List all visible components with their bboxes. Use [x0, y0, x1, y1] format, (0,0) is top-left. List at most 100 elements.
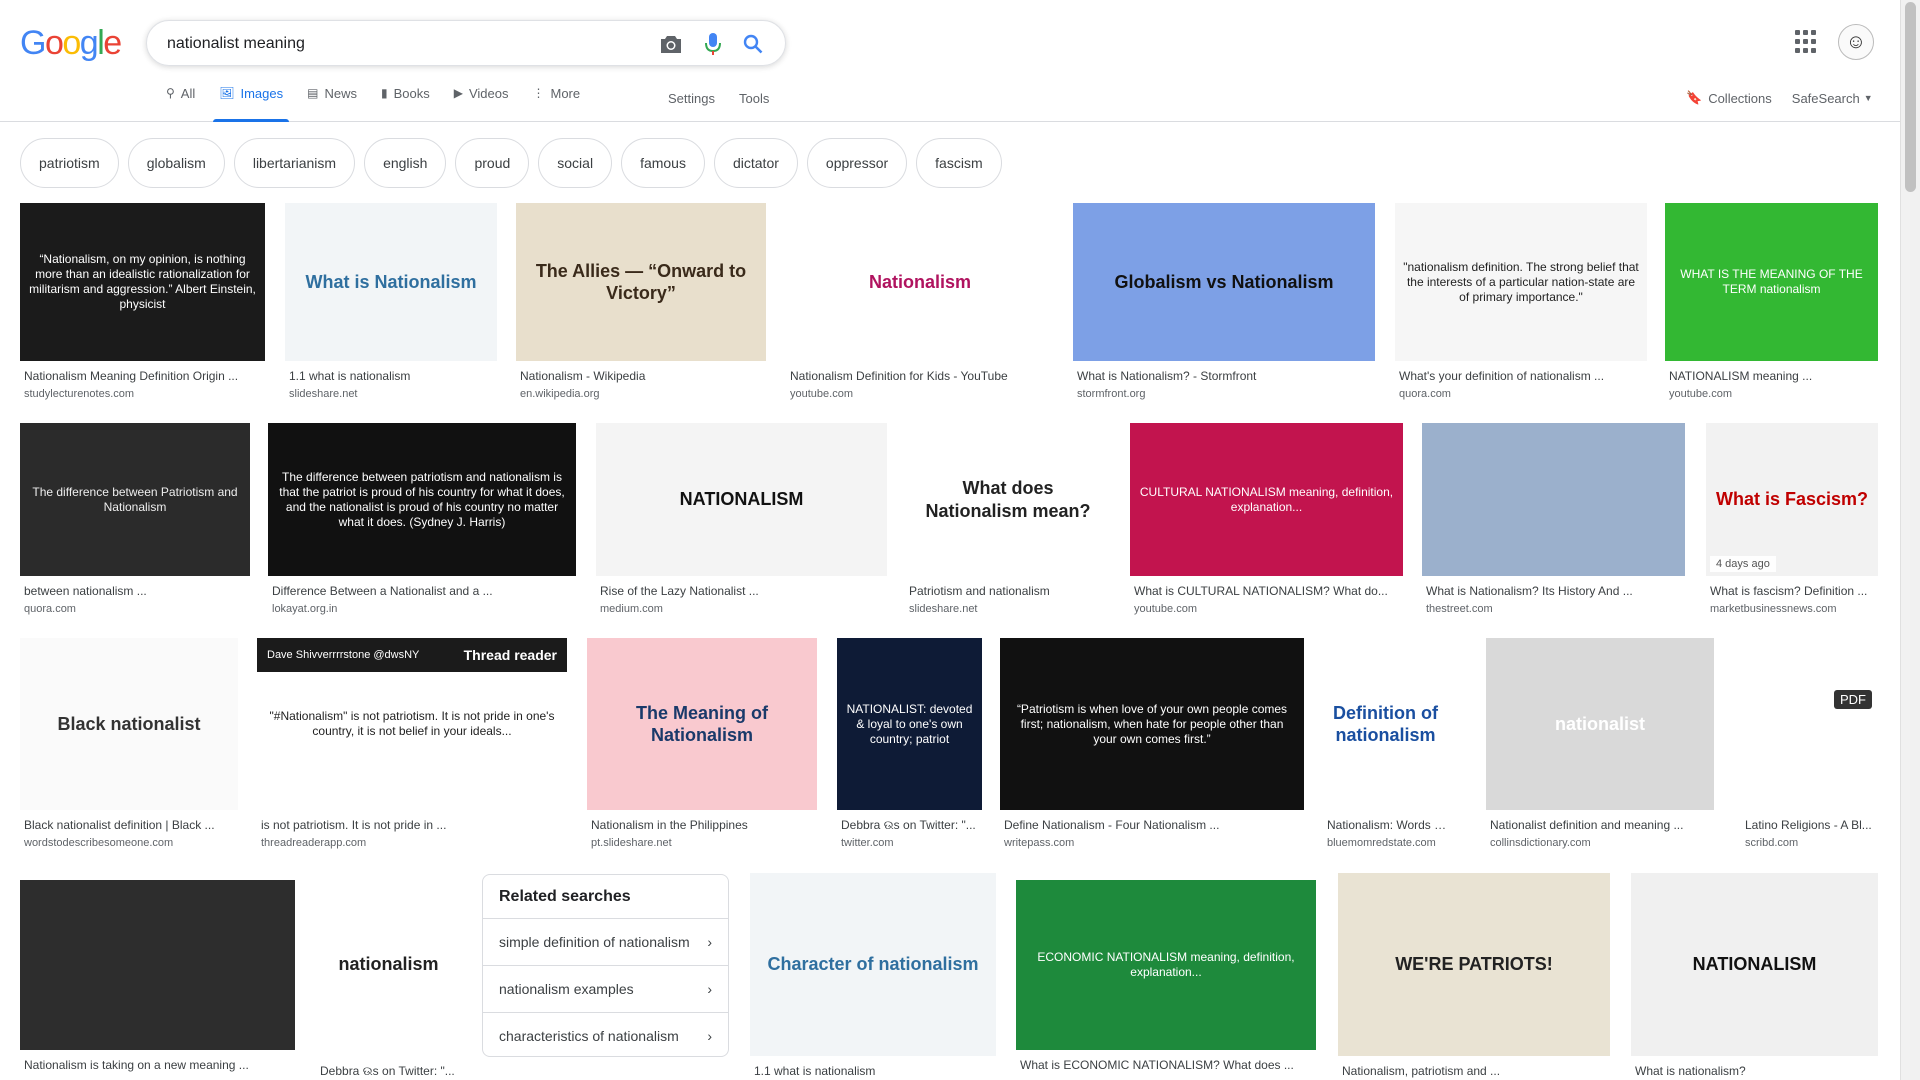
- result-title[interactable]: is not patriotism. It is not pride in ..…: [261, 818, 567, 832]
- image-result[interactable]: “Patriotism is when love of your own peo…: [1000, 638, 1304, 860]
- chip-globalism[interactable]: globalism: [127, 138, 225, 188]
- result-title[interactable]: Nationalism: Words M...: [1327, 818, 1448, 832]
- settings-link[interactable]: Settings: [668, 91, 715, 106]
- result-title[interactable]: Nationalism - Wikipedia: [520, 369, 766, 383]
- image-result[interactable]: WE'RE PATRIOTS! Nationalism, patriotism a…: [1338, 873, 1610, 1080]
- image-result[interactable]: nationalist Nationalist definition and me…: [1486, 638, 1714, 860]
- image-result[interactable]: Dave Shivverrrrstone @dwsNY Thread reader…: [257, 638, 567, 860]
- result-title[interactable]: NATIONALISM meaning ...: [1669, 369, 1878, 383]
- result-title[interactable]: Nationalism Meaning Definition Origin ..…: [24, 369, 265, 383]
- result-title[interactable]: 1.1 what is nationalism: [289, 369, 497, 383]
- search-input[interactable]: [167, 32, 637, 56]
- result-title[interactable]: 1.1 what is nationalism: [754, 1064, 996, 1078]
- image-result[interactable]: NATIONALISM Rise of the Lazy Nationalist …: [596, 423, 887, 626]
- result-title[interactable]: Nationalism is taking on a new meaning .…: [24, 1058, 295, 1072]
- apps-grid-icon[interactable]: [1795, 30, 1819, 54]
- image-result[interactable]: Nationalism Nationalism Definition for Ki…: [786, 203, 1054, 411]
- tab-all[interactable]: ⚲ All: [166, 86, 195, 122]
- tools-link[interactable]: Tools: [739, 91, 769, 106]
- result-thumbnail[interactable]: Definition of nationalism: [1323, 638, 1448, 810]
- result-thumbnail[interactable]: WE'RE PATRIOTS!: [1338, 873, 1610, 1056]
- result-title[interactable]: What is Nationalism? Its History And ...: [1426, 584, 1685, 598]
- image-result[interactable]: The Allies — “Onward to Victory” National…: [516, 203, 766, 411]
- tab-images[interactable]: 🖼 Images: [213, 86, 289, 122]
- result-thumbnail[interactable]: Character of nationalism: [750, 873, 996, 1056]
- result-title[interactable]: Patriotism and nationalism: [909, 584, 1111, 598]
- result-title[interactable]: What is ECONOMIC NATIONALISM? What does …: [1020, 1058, 1316, 1072]
- result-thumbnail[interactable]: “Patriotism is when love of your own peo…: [1000, 638, 1304, 810]
- result-thumbnail[interactable]: Dave Shivverrrrstone @dwsNY Thread reader…: [257, 638, 567, 810]
- tab-news[interactable]: ▤ News: [307, 86, 357, 122]
- result-title[interactable]: What is CULTURAL NATIONALISM? What do...: [1134, 584, 1403, 598]
- result-thumbnail[interactable]: “Nationalism, on my opinion, is nothing …: [20, 203, 265, 361]
- image-result[interactable]: WHAT IS THE MEANING OF THE TERM national…: [1665, 203, 1878, 411]
- image-result[interactable]: PDF Latino Religions - A Bl... scribd.com: [1741, 638, 1878, 860]
- result-thumbnail[interactable]: The difference between patriotism and na…: [268, 423, 576, 576]
- account-avatar[interactable]: ☺: [1838, 24, 1874, 60]
- result-thumbnail[interactable]: ECONOMIC NATIONALISM meaning, definition…: [1016, 880, 1316, 1050]
- chip-proud[interactable]: proud: [455, 138, 530, 188]
- camera-icon[interactable]: [659, 32, 683, 56]
- result-thumbnail[interactable]: The Meaning of Nationalism: [587, 638, 817, 810]
- image-result[interactable]: NATIONALISM What is nationalism?: [1631, 873, 1878, 1080]
- result-thumbnail[interactable]: NATIONALIST: devoted & loyal to one's ow…: [837, 638, 982, 810]
- image-result[interactable]: "nationalism definition. The strong beli…: [1395, 203, 1647, 411]
- search-icon[interactable]: [741, 32, 765, 56]
- result-thumbnail[interactable]: "nationalism definition. The strong beli…: [1395, 203, 1647, 361]
- result-thumbnail[interactable]: PDF: [1741, 638, 1878, 810]
- image-result[interactable]: nationalism Debbra ଉs on Twitter: "...: [316, 873, 461, 1080]
- result-title[interactable]: Nationalism Definition for Kids - YouTub…: [790, 369, 1054, 383]
- result-thumbnail[interactable]: Black nationalist: [20, 638, 238, 810]
- chip-oppressor[interactable]: oppressor: [806, 138, 908, 188]
- result-thumbnail[interactable]: The Allies — “Onward to Victory”: [516, 203, 766, 361]
- image-result[interactable]: Character of nationalism 1.1 what is nati…: [750, 873, 996, 1080]
- result-title[interactable]: Nationalist definition and meaning ...: [1490, 818, 1714, 832]
- result-thumbnail[interactable]: [1422, 423, 1685, 576]
- image-result[interactable]: Black nationalist Black nationalist defin…: [20, 638, 238, 860]
- image-result[interactable]: What does Nationalism mean? Patriotism an…: [905, 423, 1111, 626]
- result-thumbnail[interactable]: The difference between Patriotism and Na…: [20, 423, 250, 576]
- result-thumbnail[interactable]: nationalism: [316, 873, 461, 1056]
- vertical-scrollbar[interactable]: [1900, 0, 1920, 1080]
- related-search-item[interactable]: nationalism examples ›: [483, 965, 728, 1012]
- result-thumbnail[interactable]: nationalist: [1486, 638, 1714, 810]
- result-thumbnail[interactable]: What is Fascism? 4 days ago: [1706, 423, 1878, 576]
- result-thumbnail[interactable]: Nationalism: [786, 203, 1054, 361]
- safesearch-button[interactable]: SafeSearch ▼: [1792, 91, 1873, 106]
- scrollbar-thumb[interactable]: [1905, 2, 1916, 192]
- related-search-item[interactable]: simple definition of nationalism ›: [483, 918, 728, 965]
- result-title[interactable]: Nationalism, patriotism and ...: [1342, 1064, 1610, 1078]
- result-title[interactable]: Debbra ଉs on Twitter: "...: [841, 818, 982, 833]
- image-result[interactable]: Globalism vs Nationalism What is National…: [1073, 203, 1375, 411]
- image-result[interactable]: The difference between Patriotism and Na…: [20, 423, 250, 626]
- result-title[interactable]: Difference Between a Nationalist and a .…: [272, 584, 576, 598]
- result-title[interactable]: What is nationalism?: [1635, 1064, 1878, 1078]
- result-title[interactable]: Nationalism in the Philippines: [591, 818, 817, 832]
- result-thumbnail[interactable]: [20, 880, 295, 1050]
- chip-dictator[interactable]: dictator: [713, 138, 798, 188]
- result-thumbnail[interactable]: What does Nationalism mean?: [905, 423, 1111, 576]
- result-title[interactable]: Define Nationalism - Four Nationalism ..…: [1004, 818, 1304, 832]
- image-result[interactable]: What is Nationalism 1.1 what is nationali…: [285, 203, 497, 411]
- chip-famous[interactable]: famous: [621, 138, 705, 188]
- result-thumbnail[interactable]: What is Nationalism: [285, 203, 497, 361]
- result-thumbnail[interactable]: NATIONALISM: [1631, 873, 1878, 1056]
- image-result[interactable]: “Nationalism, on my opinion, is nothing …: [20, 203, 265, 411]
- result-title[interactable]: Debbra ଉs on Twitter: "...: [320, 1064, 461, 1079]
- result-title[interactable]: Black nationalist definition | Black ...: [24, 818, 238, 832]
- chip-fascism[interactable]: fascism: [916, 138, 1002, 188]
- result-title[interactable]: What is Nationalism? - Stormfront: [1077, 369, 1375, 383]
- result-title[interactable]: Rise of the Lazy Nationalist ...: [600, 584, 887, 598]
- chip-english[interactable]: english: [364, 138, 447, 188]
- tab-videos[interactable]: ▶ Videos: [454, 86, 509, 122]
- image-result[interactable]: What is Fascism? 4 days ago What is fascis…: [1706, 423, 1878, 626]
- microphone-icon[interactable]: [701, 32, 725, 56]
- result-title[interactable]: What's your definition of nationalism ..…: [1399, 369, 1647, 383]
- chip-patriotism[interactable]: patriotism: [20, 138, 119, 188]
- result-title[interactable]: between nationalism ...: [24, 584, 250, 598]
- image-result[interactable]: NATIONALIST: devoted & loyal to one's ow…: [837, 638, 982, 860]
- tab-books[interactable]: ▮ Books: [381, 86, 430, 122]
- related-search-item[interactable]: characteristics of nationalism ›: [483, 1012, 728, 1059]
- image-result[interactable]: Definition of nationalism Nationalism: Wo…: [1323, 638, 1448, 860]
- result-thumbnail[interactable]: NATIONALISM: [596, 423, 887, 576]
